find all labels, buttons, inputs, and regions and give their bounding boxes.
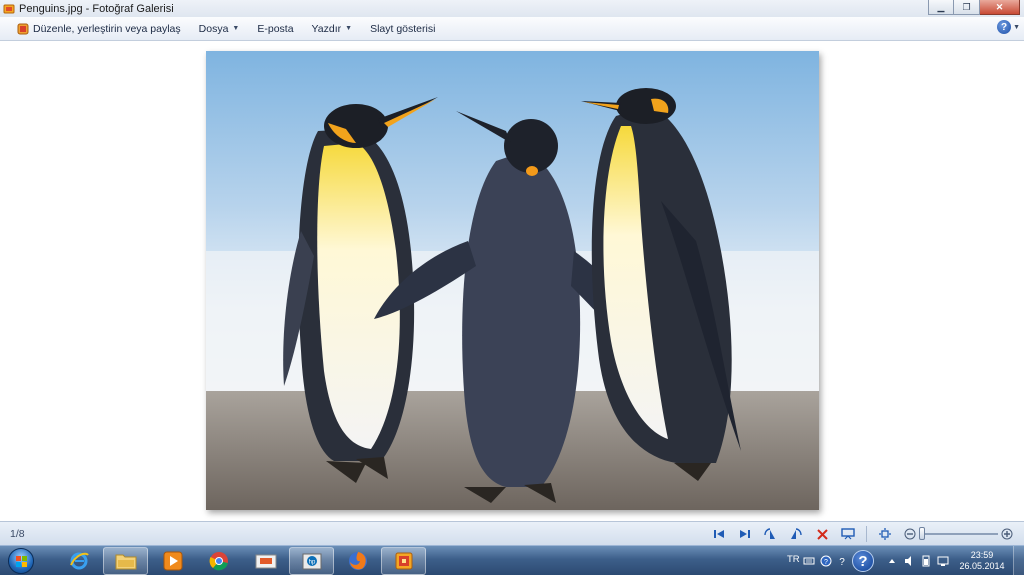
rotate-right-icon xyxy=(791,528,802,539)
close-button[interactable]: ✕ xyxy=(980,0,1020,15)
rotate-left-button[interactable] xyxy=(762,527,778,541)
menu-slideshow[interactable]: Slayt gösterisi xyxy=(361,19,444,39)
keyboard-icon[interactable] xyxy=(803,555,815,567)
window-controls: ▁ ❐ ✕ xyxy=(928,0,1020,15)
help-button[interactable]: ? ▼ xyxy=(997,20,1020,34)
help-icon: ? xyxy=(997,20,1012,34)
organize-menu[interactable]: Düzenle, yerleştirin veya paylaş xyxy=(0,19,190,39)
zoom-out-icon xyxy=(904,528,916,540)
internet-explorer-icon xyxy=(69,552,89,570)
chevron-down-icon: ▼ xyxy=(1013,23,1020,31)
title-bar[interactable]: Penguins.jpg - Fotoğraf Galerisi ▁ ❐ ✕ xyxy=(0,0,1024,17)
svg-text:hp: hp xyxy=(308,560,315,566)
taskbar-photo-gallery[interactable] xyxy=(381,547,426,575)
previous-button[interactable] xyxy=(711,527,727,541)
firefox-icon xyxy=(348,552,367,570)
next-button[interactable] xyxy=(737,527,753,541)
zoom-slider-thumb[interactable] xyxy=(919,527,925,540)
menu-print[interactable]: Yazdır ▼ xyxy=(303,19,362,39)
minimize-icon: ▁ xyxy=(937,1,945,12)
viewer-control-bar: 1/8 xyxy=(0,521,1024,545)
delete-icon xyxy=(816,528,828,540)
clock-time: 23:59 xyxy=(970,550,994,560)
toolbar-separator xyxy=(866,526,867,542)
slideshow-icon xyxy=(841,528,855,540)
chevron-down-icon: ▼ xyxy=(232,25,240,32)
svg-text:?: ? xyxy=(824,559,828,566)
menu-email-label: E-posta xyxy=(257,22,294,35)
taskbar-firefox[interactable] xyxy=(335,547,380,575)
taskbar-hp-app[interactable]: hp xyxy=(289,547,334,575)
question-small-icon[interactable]: ? xyxy=(836,555,848,567)
menu-file[interactable]: Dosya ▼ xyxy=(190,19,249,39)
taskbar-media-player[interactable] xyxy=(150,547,195,575)
zoom-out-button[interactable] xyxy=(902,527,918,541)
taskbar-app-1[interactable] xyxy=(243,547,288,575)
rotate-right-button[interactable] xyxy=(788,527,804,541)
app-window-icon xyxy=(255,554,276,569)
chevron-down-icon: ▼ xyxy=(345,25,353,32)
photo-gallery-icon xyxy=(395,552,412,570)
photo-gallery-window: Penguins.jpg - Fotoğraf Galerisi ▁ ❐ ✕ D… xyxy=(0,0,1024,545)
menu-slideshow-label: Slayt gösterisi xyxy=(370,22,436,35)
rotate-left-icon xyxy=(764,528,775,539)
delete-button[interactable] xyxy=(814,527,830,541)
windows-logo-icon xyxy=(8,548,34,574)
zoom-in-button[interactable] xyxy=(999,527,1015,541)
show-desktop-button[interactable] xyxy=(1013,546,1024,576)
organize-icon xyxy=(17,23,29,34)
svg-text:?: ? xyxy=(839,557,845,567)
skip-previous-icon xyxy=(714,530,724,538)
show-hidden-icons-icon[interactable] xyxy=(886,555,898,567)
close-icon: ✕ xyxy=(995,1,1004,12)
zoom-slider-track[interactable] xyxy=(924,533,998,535)
minimize-button[interactable]: ▁ xyxy=(928,0,954,15)
actual-size-icon xyxy=(879,528,891,540)
help-center-icon[interactable]: ? xyxy=(852,550,874,572)
maximize-button[interactable]: ❐ xyxy=(954,0,980,15)
taskbar-chrome[interactable] xyxy=(196,547,241,575)
menu-file-label: Dosya xyxy=(198,22,229,35)
folder-icon xyxy=(115,554,136,570)
clock[interactable]: 23:59 26.05.2014 xyxy=(958,550,1006,572)
menu-email[interactable]: E-posta xyxy=(248,19,302,39)
photo-counter: 1/8 xyxy=(10,528,25,540)
zoom-in-icon xyxy=(1001,528,1013,540)
volume-icon[interactable] xyxy=(903,555,915,567)
start-button[interactable] xyxy=(4,547,38,575)
window-title: Penguins.jpg - Fotoğraf Galerisi xyxy=(19,2,174,15)
photo-gallery-app-icon xyxy=(3,3,15,15)
language-indicator[interactable]: TR xyxy=(787,554,800,565)
slideshow-button[interactable] xyxy=(840,527,856,541)
restore-icon: ❐ xyxy=(962,1,971,12)
help-tray-icon[interactable]: ? xyxy=(820,555,832,567)
media-player-icon xyxy=(163,551,182,571)
command-bar: Düzenle, yerleştirin veya paylaş Dosya ▼… xyxy=(0,17,1024,41)
menu-print-label: Yazdır xyxy=(311,22,342,35)
clock-date: 26.05.2014 xyxy=(959,561,1005,571)
taskbar-file-explorer[interactable] xyxy=(103,547,148,575)
taskbar-internet-explorer[interactable] xyxy=(56,547,101,575)
actual-size-button[interactable] xyxy=(877,527,893,541)
skip-next-icon xyxy=(740,530,750,538)
penguins-image xyxy=(206,51,819,510)
displayed-photo[interactable] xyxy=(206,51,819,510)
taskbar: hp TR ? ? ? 23:59 26.05.2014 xyxy=(0,545,1024,576)
chrome-icon xyxy=(209,552,228,571)
network-icon[interactable] xyxy=(937,555,949,567)
organize-label: Düzenle, yerleştirin veya paylaş xyxy=(33,22,181,35)
hp-icon: hp xyxy=(302,553,321,570)
power-icon[interactable] xyxy=(920,555,932,567)
